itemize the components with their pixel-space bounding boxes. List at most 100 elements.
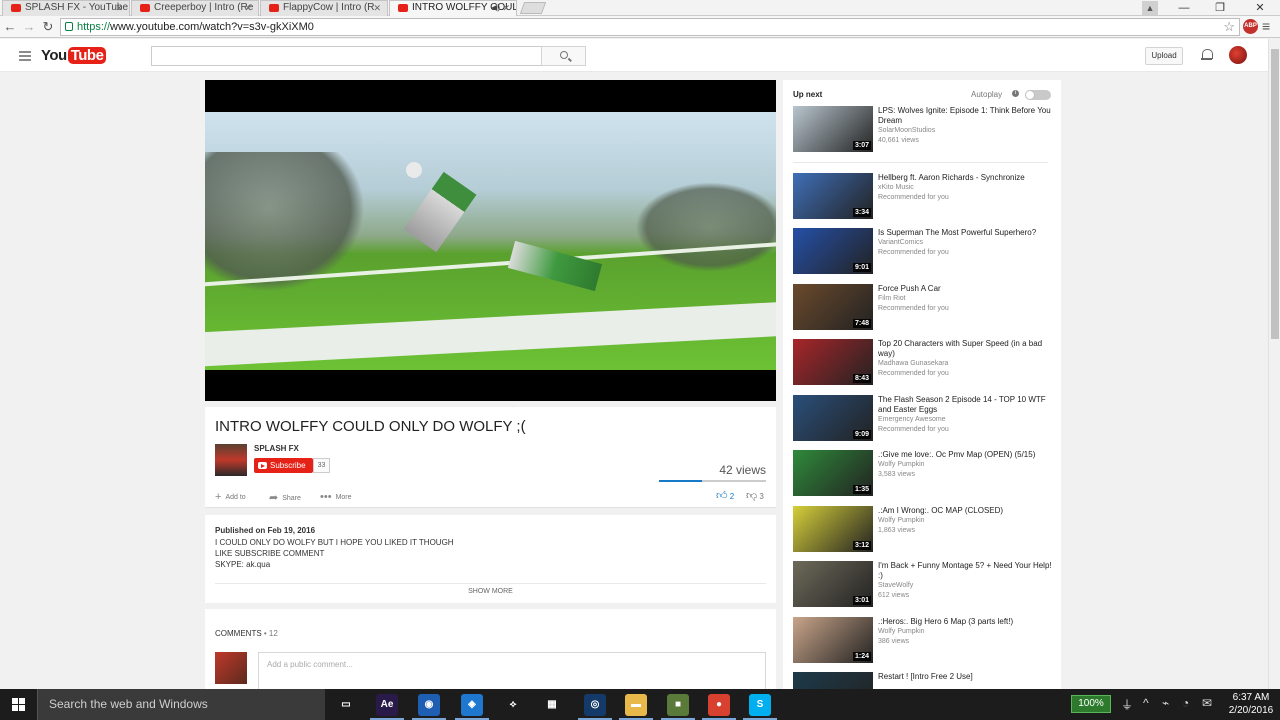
store-icon[interactable]: ▦ — [541, 694, 563, 716]
tab-close-icon[interactable]: ✕ — [244, 1, 252, 15]
share-button[interactable]: ➦ Share — [269, 491, 301, 504]
video-title[interactable]: Force Push A Car — [878, 284, 1053, 294]
video-title[interactable]: The Flash Season 2 Episode 14 - TOP 10 W… — [878, 395, 1053, 415]
channel-name[interactable]: SPLASH FX — [254, 444, 299, 453]
page-scrollbar[interactable] — [1268, 39, 1280, 689]
comment-input[interactable]: Add a public comment... — [258, 652, 766, 689]
search-button[interactable] — [541, 46, 586, 66]
recommended-video[interactable]: 9:09 The Flash Season 2 Episode 14 - TOP … — [793, 395, 1053, 441]
upload-button[interactable]: Upload — [1145, 47, 1183, 65]
video-thumbnail[interactable]: 3:34 — [793, 173, 873, 219]
volume-icon[interactable]: ◔ — [1182, 696, 1189, 710]
app-bird-icon[interactable]: ◈ — [461, 694, 483, 716]
after-effects-icon[interactable]: Ae — [376, 694, 398, 716]
new-tab-button[interactable] — [519, 2, 547, 14]
guide-menu-icon[interactable] — [19, 51, 31, 63]
recommended-video[interactable]: 3:07 LPS: Wolves Ignite: Episode 1: Think… — [793, 106, 1053, 152]
dislike-button[interactable]: 👎︎ 3 — [746, 489, 764, 502]
video-title[interactable]: I'm Back + Funny Montage 5? + Need Your … — [878, 561, 1053, 581]
search-input[interactable] — [151, 46, 542, 66]
task-view-icon[interactable]: ▭ — [335, 694, 357, 716]
video-thumbnail[interactable]: 9:01 — [793, 228, 873, 274]
recommended-video[interactable]: 3:34 Hellberg ft. Aaron Richards - Synchr… — [793, 173, 1053, 219]
notifications-bell-icon[interactable] — [1201, 49, 1213, 61]
battery-indicator[interactable]: 100% — [1071, 695, 1111, 713]
add-to-button[interactable]: + Add to — [215, 491, 246, 503]
subscribe-button[interactable]: Subscribe — [254, 458, 313, 473]
show-more-button[interactable]: SHOW MORE — [205, 588, 776, 595]
recommended-video[interactable]: 7:48 Force Push A Car Film Riot Recommended… — [793, 284, 1053, 330]
maximize-icon[interactable]: ❐ — [1202, 0, 1238, 16]
video-thumbnail[interactable]: 1:35 — [793, 450, 873, 496]
video-title[interactable]: Restart ! [Intro Free 2 Use] — [878, 672, 1053, 682]
system-clock[interactable]: 6:37 AM 2/20/2016 — [1226, 691, 1276, 717]
recommended-video[interactable]: 9:01 Is Superman The Most Powerful Superh… — [793, 228, 1053, 274]
video-title[interactable]: .:Am I Wrong:. OC MAP (CLOSED) — [878, 506, 1053, 516]
more-button[interactable]: ••• More — [320, 491, 352, 503]
action-center-icon[interactable]: ✉ — [1202, 696, 1212, 710]
browser-tab[interactable]: Creeperboy | Intro (Re ✕ — [131, 0, 259, 16]
channel-avatar[interactable] — [215, 444, 247, 476]
profile-icon[interactable]: ▲ — [1142, 1, 1158, 15]
app-blue-icon[interactable]: ◉ — [418, 694, 440, 716]
minecraft-icon[interactable]: ■ — [667, 694, 689, 716]
skype-icon[interactable]: S — [749, 694, 771, 716]
user-avatar[interactable] — [1229, 46, 1247, 64]
tray-overflow-icon[interactable]: ^ — [1143, 696, 1149, 710]
video-info: Hellberg ft. Aaron Richards - Synchroniz… — [878, 173, 1053, 203]
video-thumbnail[interactable]: 1:24 — [793, 617, 873, 663]
minimize-icon[interactable]: — — [1166, 0, 1202, 16]
video-thumbnail[interactable]: 9:09 — [793, 395, 873, 441]
video-thumbnail[interactable]: 3:07 — [793, 106, 873, 152]
taskbar-search-box[interactable]: Search the web and Windows — [37, 689, 325, 720]
recommended-video[interactable]: 1:24 .:Heros:. Big Hero 6 Map (3 parts le… — [793, 617, 1053, 663]
youtube-logo[interactable]: You Tube — [41, 46, 107, 66]
reload-icon[interactable]: ↻ — [39, 18, 57, 36]
video-title[interactable]: .:Heros:. Big Hero 6 Map (3 parts left!) — [878, 617, 1053, 627]
video-title[interactable]: Top 20 Characters with Super Speed (in a… — [878, 339, 1053, 359]
video-title[interactable]: Hellberg ft. Aaron Richards - Synchroniz… — [878, 173, 1053, 183]
video-title[interactable]: .:Give me love:. Oc Pmv Map (OPEN) (5/15… — [878, 450, 1053, 460]
autoplay-toggle[interactable] — [1025, 90, 1051, 100]
video-player[interactable] — [205, 80, 776, 401]
app-tool-icon[interactable]: ⟡ — [502, 694, 524, 716]
file-explorer-icon[interactable]: ▬ — [625, 694, 647, 716]
wifi-icon[interactable]: ⌁ — [1162, 696, 1169, 710]
chrome-icon[interactable]: ● — [708, 694, 730, 716]
video-channel: SolarMoonStudios — [878, 127, 936, 134]
chrome-menu-icon[interactable]: ≡ — [1262, 18, 1270, 34]
recommended-video[interactable]: Restart ! [Intro Free 2 Use] — [793, 672, 1053, 689]
bookmark-star-icon[interactable]: ☆ — [1223, 19, 1235, 35]
like-button[interactable]: 👍︎ 2 — [716, 489, 734, 502]
adblock-plus-icon[interactable]: ABP — [1243, 19, 1258, 34]
window-close-icon[interactable]: ✕ — [1242, 0, 1278, 16]
video-frame — [205, 112, 776, 370]
start-button[interactable] — [0, 689, 37, 720]
tab-close-icon[interactable]: ✕ — [502, 1, 510, 15]
video-thumbnail[interactable]: 7:48 — [793, 284, 873, 330]
browser-tab-active[interactable]: INTRO WOLFFY COULD ◀) ✕ — [389, 0, 517, 16]
video-thumbnail[interactable]: 8:43 — [793, 339, 873, 385]
video-title[interactable]: LPS: Wolves Ignite: Episode 1: Think Bef… — [878, 106, 1053, 126]
tab-close-icon[interactable]: ✕ — [115, 1, 123, 15]
info-icon[interactable]: i — [1012, 90, 1019, 97]
video-thumbnail[interactable]: 3:12 — [793, 506, 873, 552]
browser-tab[interactable]: SPLASH FX - YouTube ✕ — [2, 0, 130, 16]
recommended-video[interactable]: 3:12 .:Am I Wrong:. OC MAP (CLOSED) Wolfy … — [793, 506, 1053, 552]
video-thumbnail[interactable] — [793, 672, 873, 689]
recommended-video[interactable]: 8:43 Top 20 Characters with Super Speed (… — [793, 339, 1053, 385]
tab-close-icon[interactable]: ✕ — [373, 1, 381, 15]
forward-icon[interactable]: → — [20, 18, 38, 36]
browser-tab[interactable]: FlappyCow | Intro (R ✕ — [260, 0, 388, 16]
power-plug-icon[interactable]: ⏚ — [1121, 696, 1133, 713]
address-bar[interactable]: https://www.youtube.com/watch?v=s3v-gkXi… — [60, 18, 1240, 36]
media-icon[interactable]: ◎ — [584, 694, 606, 716]
video-title[interactable]: Is Superman The Most Powerful Superhero? — [878, 228, 1053, 238]
scrollbar-thumb[interactable] — [1271, 49, 1279, 339]
video-meta: 386 views — [878, 638, 910, 645]
recommended-video[interactable]: 3:01 I'm Back + Funny Montage 5? + Need Y… — [793, 561, 1053, 607]
video-thumbnail[interactable]: 3:01 — [793, 561, 873, 607]
back-icon[interactable]: ← — [1, 18, 19, 36]
description-line: LIKE SUBSCRIBE COMMENT — [215, 549, 325, 558]
recommended-video[interactable]: 1:35 .:Give me love:. Oc Pmv Map (OPEN) (… — [793, 450, 1053, 496]
